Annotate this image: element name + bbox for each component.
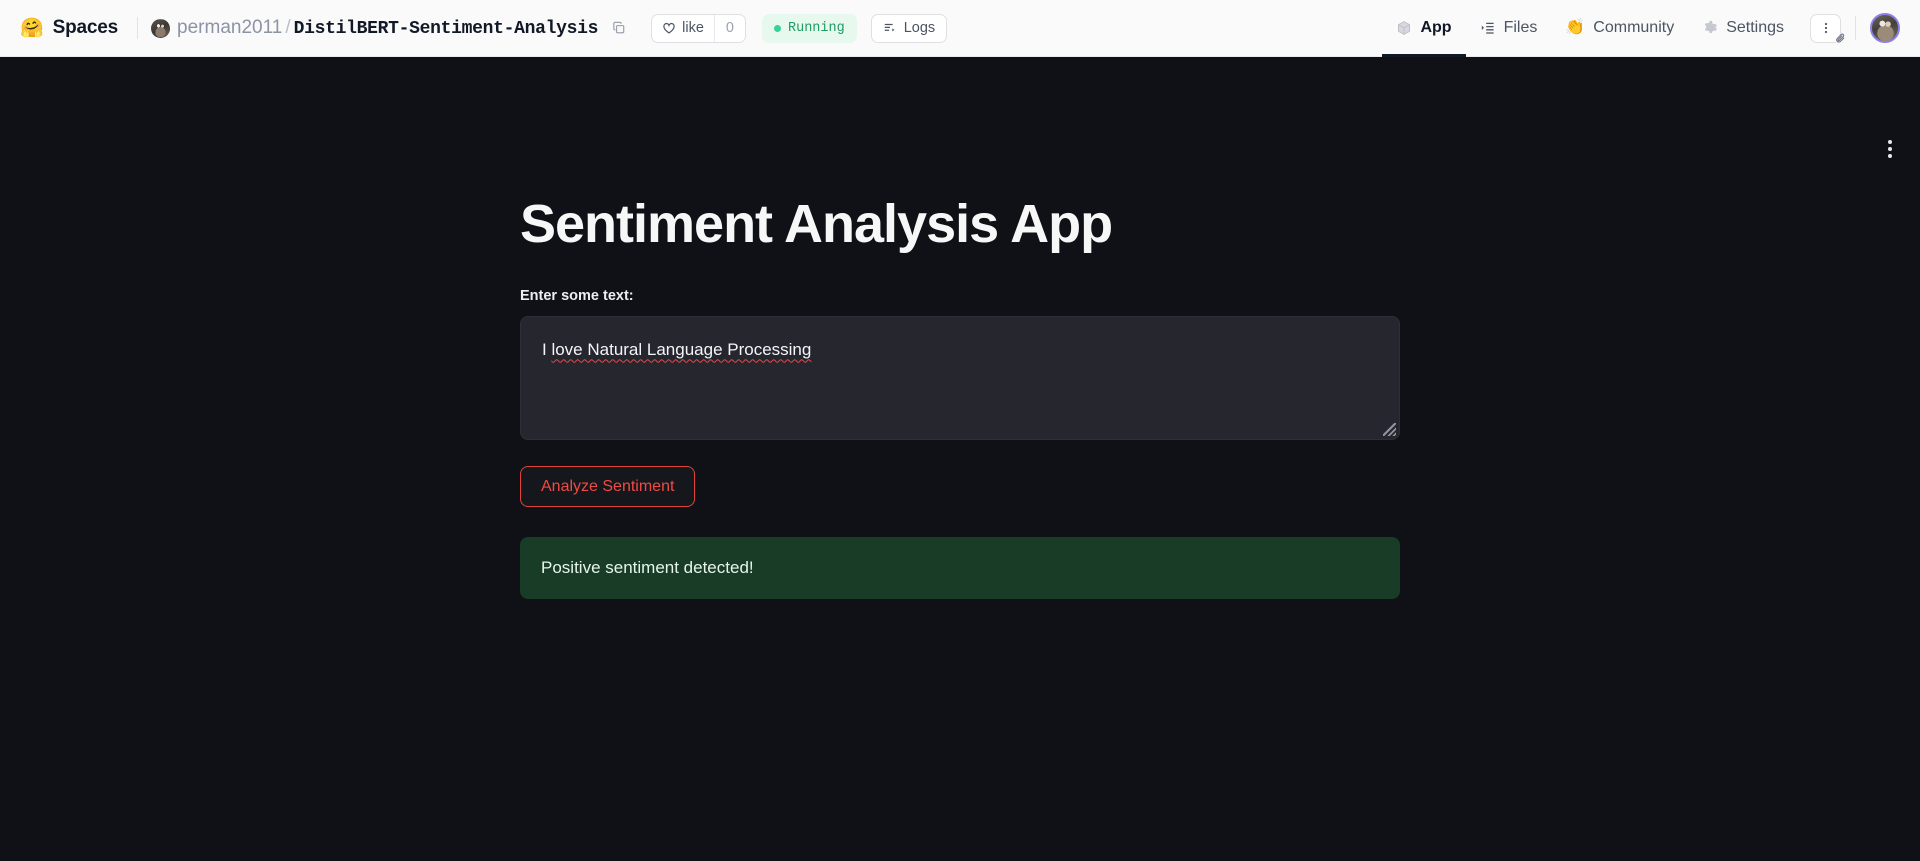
status-badge[interactable]: Running [762,13,857,43]
site-header: 🤗 Spaces perman2011 / DistilBERT-Sentime… [0,0,1920,57]
breadcrumb-separator: / [285,17,291,38]
paperclip-icon [1834,32,1847,48]
spaces-label: Spaces [52,17,119,38]
tab-files-label: Files [1503,19,1538,36]
spellcheck-text: love Natural Language Processing [551,340,812,360]
tab-settings-label: Settings [1726,19,1784,36]
text-input-value: I love Natural Language Processing [542,340,812,360]
kebab-dot [1888,147,1892,151]
heart-icon [663,23,675,34]
tab-app[interactable]: App [1382,0,1466,57]
clapping-hands-icon: 👏 [1565,19,1586,36]
tab-files[interactable]: Files [1466,0,1552,57]
like-count[interactable]: 0 [713,14,745,42]
header-overflow-menu-button[interactable] [1810,13,1845,43]
tab-app-label: App [1420,19,1452,36]
like-label: like [682,20,704,36]
spaces-home-link[interactable]: 🤗 Spaces [14,13,124,43]
kebab-dot [1888,140,1892,144]
header-left-group: 🤗 Spaces perman2011 / DistilBERT-Sentime… [14,13,948,43]
huggingface-logo-icon: 🤗 [20,17,44,39]
files-icon [1481,22,1494,34]
status-dot-icon [774,24,781,32]
breadcrumb: perman2011 / DistilBERT-Sentiment-Analys… [177,17,598,39]
tab-community[interactable]: 👏 Community [1551,0,1688,57]
copy-icon[interactable] [609,18,629,38]
analyze-sentiment-button[interactable]: Analyze Sentiment [520,466,696,508]
result-text: Positive sentiment detected! [541,558,754,578]
header-divider-right [1855,16,1856,40]
textarea-resize-handle[interactable] [1383,423,1396,437]
owner-avatar[interactable] [151,18,171,38]
logs-icon [884,23,895,32]
breadcrumb-repo-name[interactable]: DistilBERT-Sentiment-Analysis [294,19,599,39]
header-nav: App Files 👏 Community Settings [1382,0,1900,57]
status-label: Running [788,20,845,36]
breadcrumb-owner[interactable]: perman2011 [177,17,282,39]
gradio-settings-menu-button[interactable] [1884,136,1896,162]
page-title: Sentiment Analysis App [520,194,1113,254]
result-banner: Positive sentiment detected! [520,537,1400,600]
like-button[interactable]: like [652,15,714,42]
text-input-label: Enter some text: [520,288,634,305]
tab-settings[interactable]: Settings [1688,0,1798,57]
text-input[interactable]: I love Natural Language Processing [520,316,1400,441]
tab-community-label: Community [1593,19,1675,36]
avatar[interactable] [1870,13,1900,43]
header-divider [137,17,139,39]
app-main-content: Sentiment Analysis App Enter some text: … [520,57,1400,600]
kebab-dot [1888,154,1892,158]
cube-icon [1398,21,1411,35]
logs-button[interactable]: Logs [870,13,948,43]
kebab-menu-icon [1824,22,1827,34]
gear-icon [1704,20,1718,33]
like-group: like 0 [651,13,746,43]
logs-label: Logs [903,20,936,36]
gradio-app-frame: Sentiment Analysis App Enter some text: … [0,57,1920,861]
